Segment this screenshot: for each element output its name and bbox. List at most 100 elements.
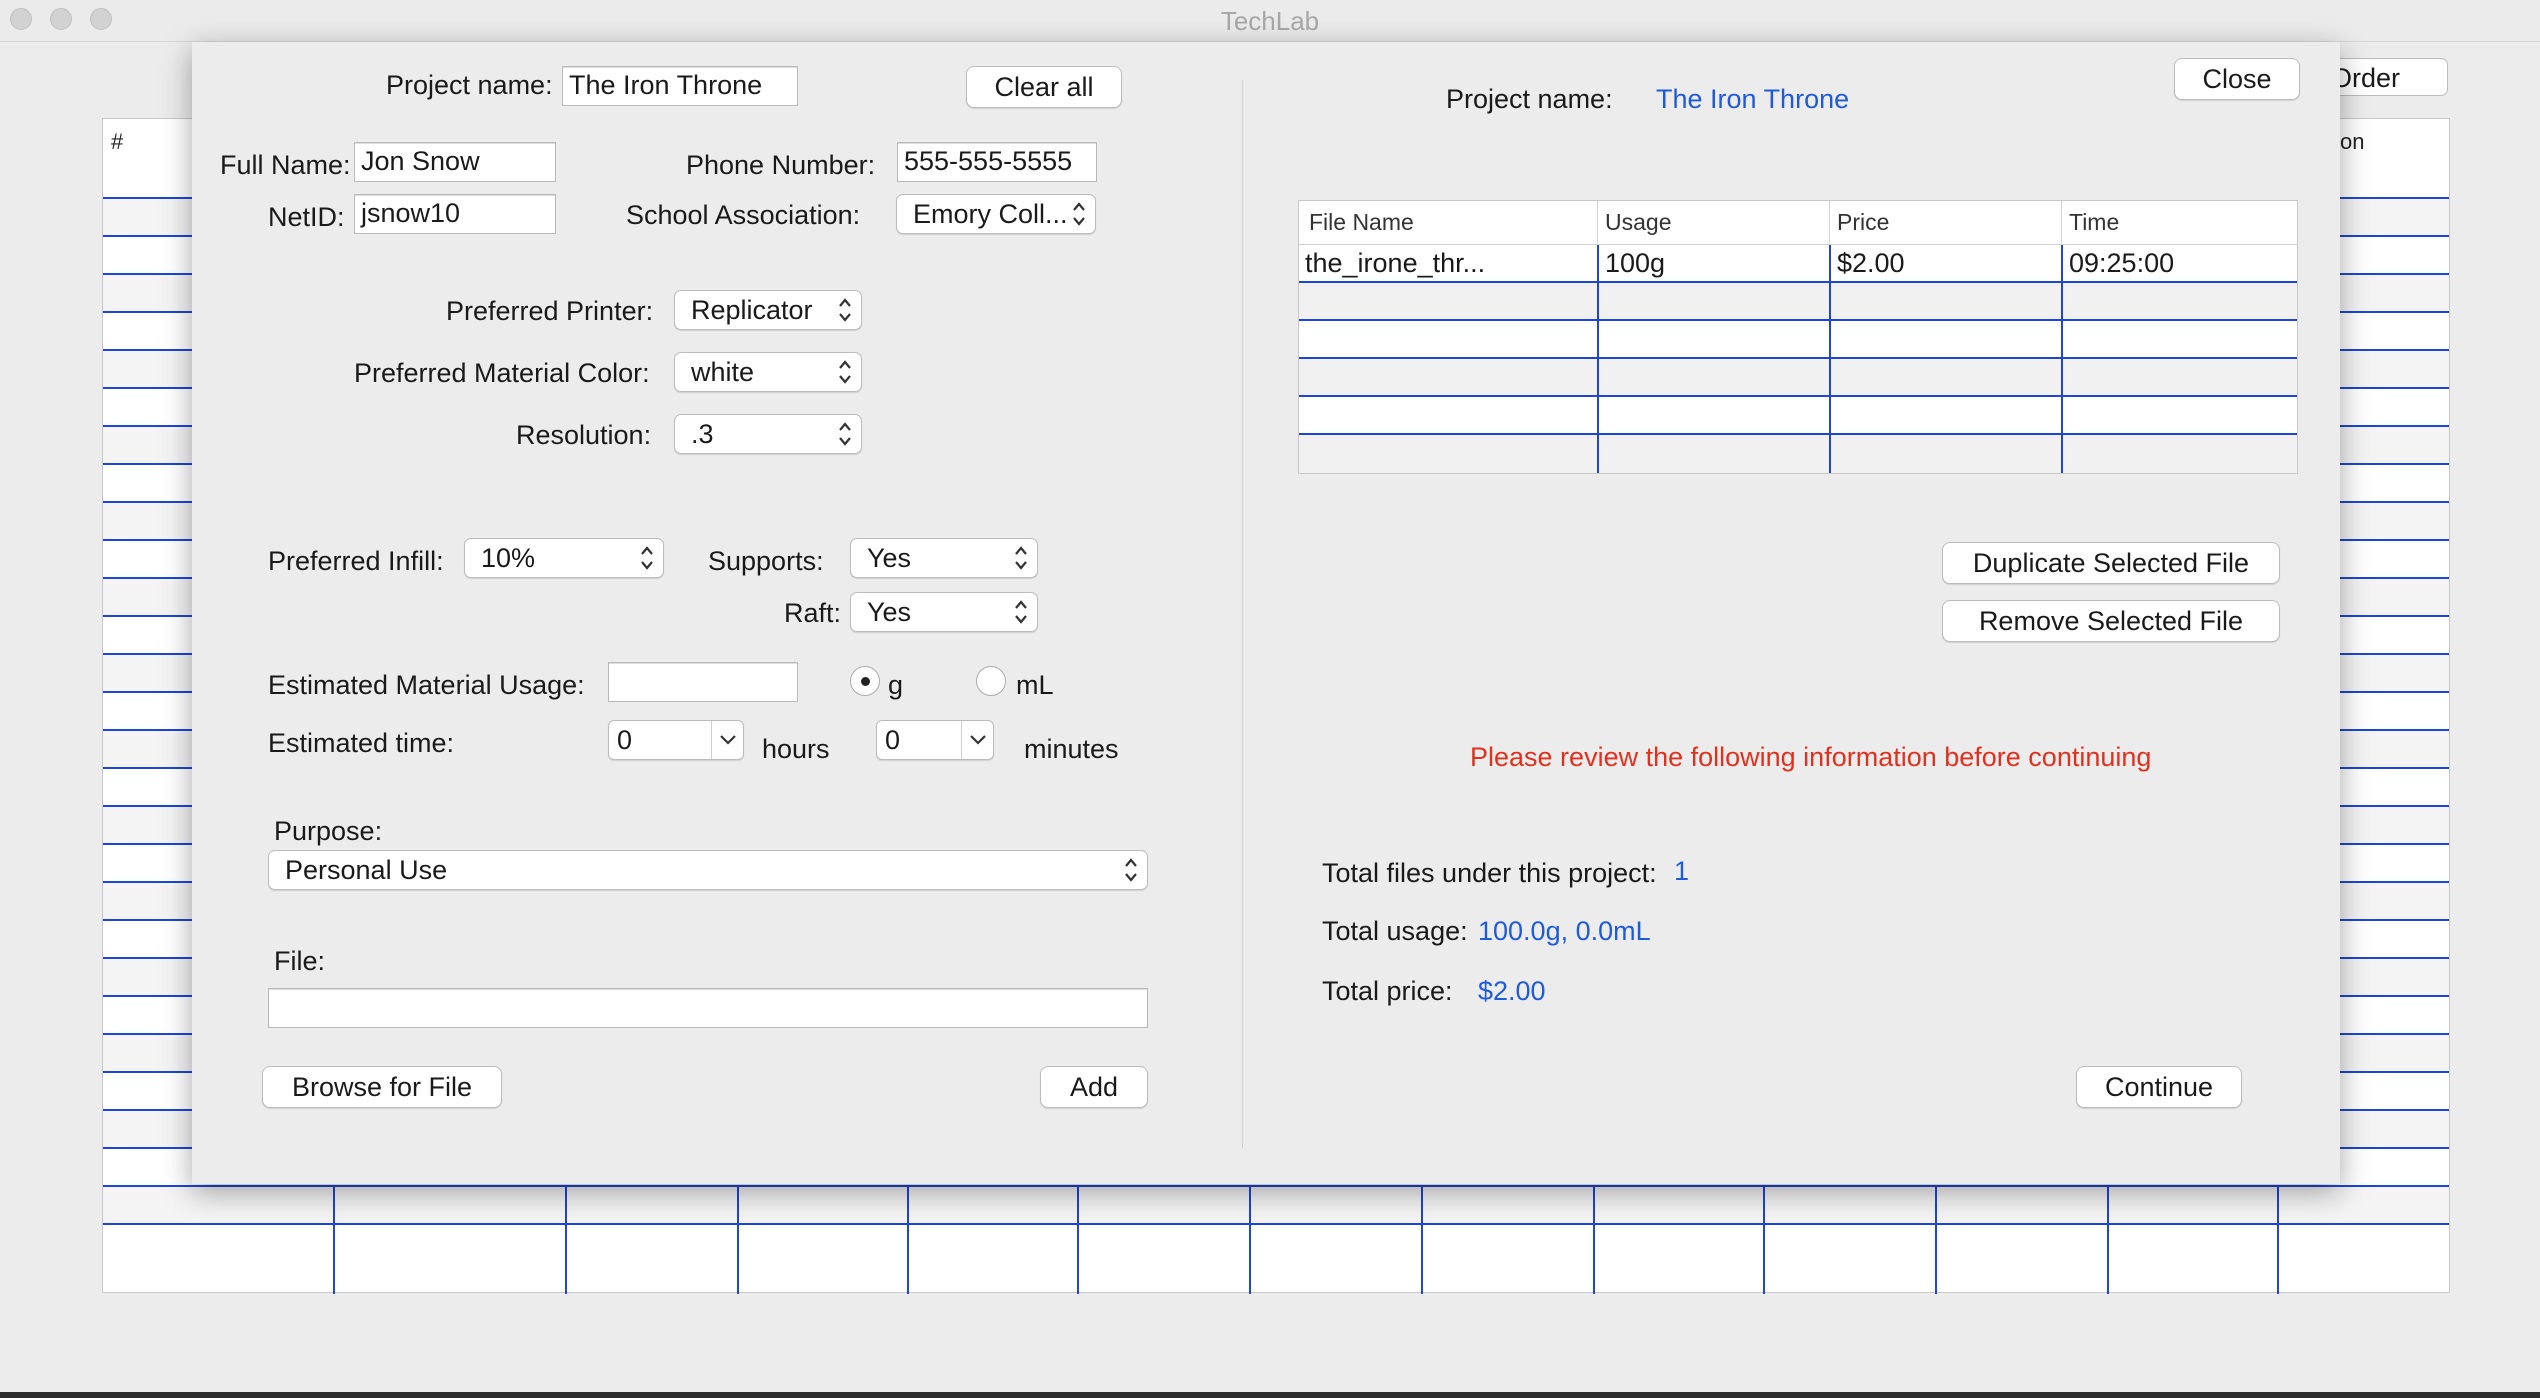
raft-select[interactable]: Yes <box>850 592 1038 632</box>
column-header-hash: # <box>111 129 124 154</box>
summary-project-name-value: The Iron Throne <box>1656 84 1850 114</box>
estimated-usage-field[interactable] <box>608 662 798 702</box>
chevron-down-icon[interactable] <box>711 721 743 759</box>
netid-label: NetID: <box>268 202 345 232</box>
purpose-select[interactable]: Personal Use <box>268 850 1148 890</box>
hours-label: hours <box>762 734 830 764</box>
column-header-file-name[interactable]: File Name <box>1309 209 1414 236</box>
purpose-label: Purpose: <box>274 816 383 846</box>
resolution-label: Resolution: <box>516 420 652 450</box>
chevron-updown-icon <box>839 298 851 322</box>
total-files-label: Total files under this project: <box>1322 858 1657 888</box>
material-color-select[interactable]: white <box>674 352 862 392</box>
file-path-field[interactable] <box>268 988 1148 1028</box>
phone-number-label: Phone Number: <box>686 150 876 180</box>
total-usage-label: Total usage: <box>1322 916 1468 946</box>
table-row[interactable] <box>1299 321 2297 359</box>
school-association-select[interactable]: Emory Coll... <box>896 194 1096 234</box>
file-label: File: <box>274 946 326 976</box>
minutes-combo[interactable]: 0 <box>876 720 994 760</box>
chevron-updown-icon <box>1015 600 1027 624</box>
supports-label: Supports: <box>708 546 824 576</box>
title-bar: TechLab <box>0 0 2540 42</box>
table-column-divider <box>1077 1187 1079 1294</box>
material-color-value: white <box>691 357 755 387</box>
table-column-divider <box>907 1187 909 1294</box>
resolution-value: .3 <box>691 419 714 449</box>
preferred-infill-value: 10% <box>481 543 536 573</box>
chevron-updown-icon <box>839 422 851 446</box>
table-column-divider <box>1763 1187 1765 1294</box>
total-usage-value: 100.0g, 0.0mL <box>1478 916 1651 946</box>
hours-combo[interactable]: 0 <box>608 720 744 760</box>
unit-ml-label: mL <box>1016 670 1054 700</box>
window-title: TechLab <box>1220 6 1320 36</box>
table-column-divider <box>1593 1187 1595 1294</box>
raft-value: Yes <box>867 597 912 627</box>
table-column-divider <box>565 1187 567 1294</box>
total-price-label: Total price: <box>1322 976 1453 1006</box>
order-sheet: Project name: The Iron Throne Clear all … <box>192 42 2340 1184</box>
table-row[interactable] <box>1299 359 2297 397</box>
table-row[interactable]: the_irone_thr... 100g $2.00 09:25:00 <box>1299 245 2297 283</box>
preferred-printer-label: Preferred Printer: <box>446 296 654 326</box>
hours-value: 0 <box>617 725 633 755</box>
table-row[interactable] <box>1299 397 2297 435</box>
panel-divider <box>1242 80 1243 1148</box>
table-column-divider <box>1249 1187 1251 1294</box>
chevron-down-icon[interactable] <box>961 721 993 759</box>
browse-for-file-button[interactable]: Browse for File <box>262 1066 502 1108</box>
total-price-value: $2.00 <box>1478 976 1546 1006</box>
duplicate-selected-file-button[interactable]: Duplicate Selected File <box>1942 542 2280 584</box>
preferred-infill-label: Preferred Infill: <box>268 546 444 576</box>
review-warning-message: Please review the following information … <box>1470 742 2152 772</box>
clear-all-button[interactable]: Clear all <box>966 66 1122 108</box>
files-table[interactable]: File Name Usage Price Time the_irone_thr… <box>1298 200 2298 474</box>
column-header-time[interactable]: Time <box>2069 209 2119 236</box>
preferred-infill-select[interactable]: 10% <box>464 538 664 578</box>
raft-label: Raft: <box>784 598 842 628</box>
table-row[interactable] <box>1299 283 2297 321</box>
continue-button[interactable]: Continue <box>2076 1066 2242 1108</box>
estimated-usage-label: Estimated Material Usage: <box>268 670 585 700</box>
chevron-updown-icon <box>1015 546 1027 570</box>
column-header-price[interactable]: Price <box>1837 209 1889 236</box>
school-association-value: Emory Coll... <box>913 199 1068 229</box>
bottom-edge <box>0 1392 2540 1398</box>
supports-select[interactable]: Yes <box>850 538 1038 578</box>
project-name-field[interactable]: The Iron Throne <box>562 66 798 106</box>
unit-g-label: g <box>888 670 904 700</box>
chevron-updown-icon <box>1125 858 1137 882</box>
table-column-divider <box>1935 1187 1937 1294</box>
add-button[interactable]: Add <box>1040 1066 1148 1108</box>
cell-usage: 100g <box>1605 248 1666 278</box>
chevron-updown-icon <box>1073 202 1085 226</box>
preferred-printer-select[interactable]: Replicator <box>674 290 862 330</box>
table-column-divider <box>333 1187 335 1294</box>
close-button[interactable]: Close <box>2174 58 2300 100</box>
table-column-divider <box>2107 1187 2109 1294</box>
supports-value: Yes <box>867 543 912 573</box>
table-column-divider <box>737 1187 739 1294</box>
resolution-select[interactable]: .3 <box>674 414 862 454</box>
column-header-usage[interactable]: Usage <box>1605 209 1671 236</box>
netid-field[interactable]: jsnow10 <box>354 194 556 234</box>
remove-selected-file-button[interactable]: Remove Selected File <box>1942 600 2280 642</box>
table-column-divider <box>2277 1187 2279 1294</box>
full-name-label: Full Name: <box>220 150 351 180</box>
school-association-label: School Association: <box>626 200 861 230</box>
full-name-field[interactable]: Jon Snow <box>354 142 556 182</box>
chevron-updown-icon <box>839 360 851 384</box>
material-color-label: Preferred Material Color: <box>354 358 650 388</box>
unit-ml-radio[interactable] <box>976 666 1006 696</box>
table-column-divider <box>1421 1187 1423 1294</box>
project-name-label: Project name: <box>386 70 553 100</box>
cell-price: $2.00 <box>1837 248 1905 278</box>
table-row[interactable] <box>103 1187 2449 1225</box>
total-files-value: 1 <box>1674 856 1690 886</box>
table-row[interactable] <box>1299 435 2297 473</box>
phone-number-field[interactable]: 555-555-5555 <box>897 142 1097 182</box>
preferred-printer-value: Replicator <box>691 295 813 325</box>
unit-g-radio[interactable] <box>850 666 880 696</box>
minutes-label: minutes <box>1024 734 1119 764</box>
